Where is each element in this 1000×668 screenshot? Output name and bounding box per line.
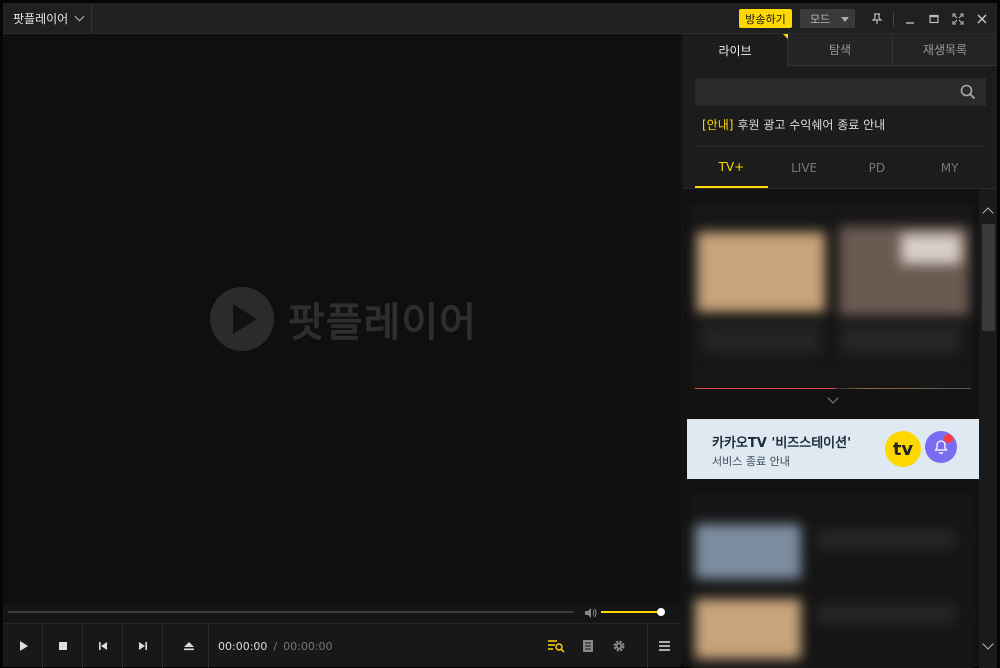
notice-tag: [안내] xyxy=(702,118,734,132)
stop-icon xyxy=(58,642,67,650)
kakaotv-logo: tv xyxy=(885,431,921,467)
seek-bar[interactable] xyxy=(8,611,574,613)
volume-slider[interactable] xyxy=(601,608,665,616)
thumbnail-image[interactable] xyxy=(695,524,801,579)
chevron-down-icon[interactable] xyxy=(827,392,839,404)
current-time: 00:00:00 xyxy=(218,639,268,653)
hamburger-menu-icon xyxy=(659,641,670,651)
subtab-live[interactable]: LIVE xyxy=(768,147,841,188)
carousel-progress xyxy=(695,388,971,389)
subtab-tvplus[interactable]: TV+ xyxy=(695,147,768,188)
new-indicator xyxy=(783,34,788,39)
panel-tabs: 라이브 탐색 재생목록 xyxy=(683,34,997,66)
settings-button[interactable] xyxy=(604,624,634,668)
notification-dot xyxy=(944,434,953,443)
close-button[interactable] xyxy=(970,3,994,34)
tab-explore[interactable]: 탐색 xyxy=(787,34,892,66)
tab-live[interactable]: 라이브 xyxy=(683,34,787,66)
time-display: 00:00:00 / 00:00:00 xyxy=(218,624,333,668)
document-icon xyxy=(583,640,593,652)
seek-row xyxy=(3,603,681,623)
open-file-button[interactable] xyxy=(169,624,209,668)
stop-button[interactable] xyxy=(43,624,83,668)
thumbnail-caption xyxy=(841,324,961,354)
thumbnail-image[interactable] xyxy=(695,599,801,659)
notice-link[interactable]: [안내] 후원 광고 수익쉐어 종료 안내 xyxy=(702,116,885,133)
scroll-down-icon[interactable] xyxy=(982,638,994,650)
eject-icon xyxy=(183,642,194,651)
mode-select[interactable]: 모드 xyxy=(800,9,855,28)
broadcast-thumbnails[interactable] xyxy=(691,494,973,668)
search-icon[interactable] xyxy=(960,84,976,100)
volume-fill xyxy=(601,611,661,613)
maximize-button[interactable] xyxy=(922,3,946,34)
banner-subtitle: 서비스 종료 안내 xyxy=(712,455,790,468)
banner-title: 카카오TV '비즈스테이션' xyxy=(712,436,852,451)
potplayer-watermark: 팟플레이어 xyxy=(210,287,477,351)
featured-thumbnails[interactable] xyxy=(691,204,973,389)
play-logo-icon xyxy=(210,287,274,351)
fullscreen-button[interactable] xyxy=(946,3,970,34)
volume-knob[interactable] xyxy=(656,608,665,616)
thumbnail-caption xyxy=(816,529,956,549)
scroll-thumb[interactable] xyxy=(982,224,995,331)
subtab-my[interactable]: MY xyxy=(913,147,986,188)
chapter-button[interactable] xyxy=(573,624,603,668)
tab-playlist[interactable]: 재생목록 xyxy=(892,34,997,66)
dropdown-arrow-icon xyxy=(841,17,849,22)
thumbnail-image xyxy=(901,234,961,264)
gear-icon xyxy=(613,640,625,652)
potplayer-window: 팟플레이어 방송하기 모드 팟플레이어 00:00:00 / 00:00:00 … xyxy=(0,0,1000,668)
play-button[interactable] xyxy=(3,624,43,668)
play-icon xyxy=(19,641,28,651)
category-tabs: TV+ LIVE PD MY xyxy=(695,146,986,188)
playlist-search-icon xyxy=(548,640,565,653)
pin-icon xyxy=(871,12,883,24)
broadcast-button[interactable]: 방송하기 xyxy=(739,9,792,28)
close-icon xyxy=(977,14,987,23)
next-button[interactable] xyxy=(123,624,163,668)
thumbnail-caption xyxy=(816,604,956,624)
skip-previous-icon xyxy=(98,642,107,650)
playlist-search-button[interactable] xyxy=(541,624,571,668)
previous-button[interactable] xyxy=(83,624,123,668)
control-bar: 00:00:00 / 00:00:00 xyxy=(3,623,681,668)
app-menu-button[interactable]: 팟플레이어 xyxy=(3,3,92,34)
time-separator: / xyxy=(273,639,278,653)
pin-button[interactable] xyxy=(865,3,889,34)
scrollbar[interactable] xyxy=(979,189,997,668)
title-bar: 팟플레이어 방송하기 모드 xyxy=(3,3,997,34)
video-area[interactable]: 팟플레이어 xyxy=(3,34,681,603)
thumbnail-caption xyxy=(701,324,821,354)
minimize-icon xyxy=(906,21,914,24)
menu-button[interactable] xyxy=(647,624,681,668)
notice-text: 후원 광고 수익쉐어 종료 안내 xyxy=(737,118,886,132)
skip-next-icon xyxy=(138,642,147,650)
subtab-pd[interactable]: PD xyxy=(841,147,914,188)
bell-icon xyxy=(925,431,957,463)
watermark-text: 팟플레이어 xyxy=(288,300,477,346)
mode-label: 모드 xyxy=(810,12,831,26)
app-menu-label: 팟플레이어 xyxy=(13,12,69,26)
broadcast-list: 카카오TV '비즈스테이션' 서비스 종료 안내 tv xyxy=(683,188,997,668)
total-duration: 00:00:00 xyxy=(283,639,333,653)
scroll-up-icon[interactable] xyxy=(982,207,994,219)
volume-icon[interactable] xyxy=(583,606,597,620)
side-panel: 라이브 탐색 재생목록 [안내] 후원 광고 수익쉐어 종료 안내 TV+ LIV… xyxy=(683,34,997,668)
chevron-down-icon xyxy=(74,11,85,22)
search-input[interactable] xyxy=(695,78,986,106)
window-controls xyxy=(865,3,994,34)
minimize-button[interactable] xyxy=(898,3,922,34)
fullscreen-icon xyxy=(952,12,964,25)
thumbnail-image[interactable] xyxy=(697,232,825,312)
divider xyxy=(893,11,894,26)
maximize-icon xyxy=(929,14,939,23)
kakaotv-banner[interactable]: 카카오TV '비즈스테이션' 서비스 종료 안내 tv xyxy=(687,419,980,479)
